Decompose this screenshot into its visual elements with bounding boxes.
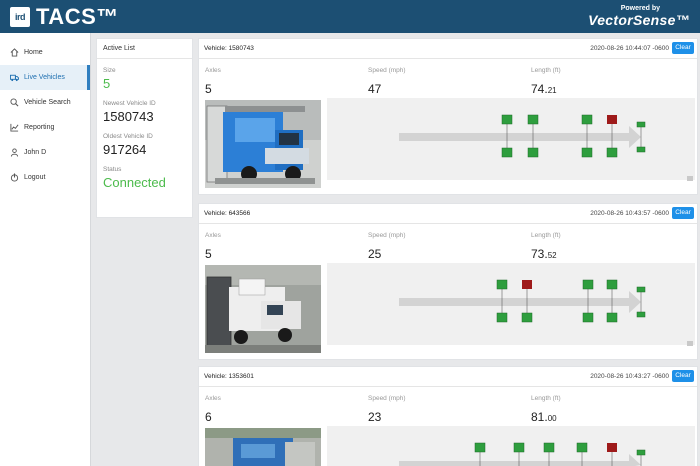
speed-value: 23	[368, 410, 382, 424]
vehicle-card: Vehicle: 643566 2020-08-26 10:43:57 -060…	[198, 203, 698, 360]
scroll-handle[interactable]	[687, 341, 693, 346]
sidebar-item-live-vehicles[interactable]: Live Vehicles	[0, 65, 90, 90]
card-header: Vehicle: 1580743 2020-08-26 10:44:07 -06…	[199, 39, 697, 59]
clear-button[interactable]: Clear	[672, 42, 694, 54]
status-value: Connected	[103, 175, 166, 190]
vehicle-title: Vehicle: 643566	[204, 210, 251, 217]
card-header: Vehicle: 1353601 2020-08-26 10:43:27 -06…	[199, 367, 697, 387]
vehicle-photo[interactable]	[205, 265, 321, 353]
logout-icon	[9, 173, 19, 183]
clear-button[interactable]: Clear	[672, 207, 694, 219]
speed-label: Speed (mph)	[368, 67, 406, 74]
ird-logo: ird	[10, 7, 30, 27]
scroll-handle[interactable]	[687, 176, 693, 181]
chart-icon	[9, 123, 19, 133]
axle-diagram	[327, 98, 695, 180]
app-title: TACS™	[36, 4, 119, 29]
sidebar-item-label: John D	[24, 149, 47, 156]
vehicle-timestamp: 2020-08-26 10:44:07 -0600	[590, 45, 669, 52]
vehicle-photo[interactable]	[205, 428, 321, 466]
sidebar-item-label: Live Vehicles	[24, 74, 65, 81]
vehicle-photo[interactable]	[205, 100, 321, 188]
search-icon	[9, 98, 19, 108]
sidebar-item-user[interactable]: John D	[0, 140, 90, 165]
vehicle-timestamp: 2020-08-26 10:43:27 -0600	[590, 373, 669, 380]
size-label: Size	[103, 67, 116, 74]
sidebar-item-reporting[interactable]: Reporting	[0, 115, 90, 140]
newest-vehicle-value: 1580743	[103, 109, 154, 124]
sidebar-item-vehicle-search[interactable]: Vehicle Search	[0, 90, 90, 115]
length-value: 74.21	[531, 82, 557, 96]
axles-label: Axles	[205, 395, 221, 402]
axles-value: 6	[205, 410, 212, 424]
active-list-title: Active List	[97, 39, 192, 59]
axles-value: 5	[205, 82, 212, 96]
size-value: 5	[103, 76, 111, 91]
speed-value: 25	[368, 247, 382, 261]
clear-button[interactable]: Clear	[672, 370, 694, 382]
truck-icon	[9, 73, 19, 83]
vehicle-card: Vehicle: 1580743 2020-08-26 10:44:07 -06…	[198, 38, 698, 195]
vehicle-title: Vehicle: 1353601	[204, 373, 254, 380]
length-label: Length (ft)	[531, 67, 561, 74]
length-label: Length (ft)	[531, 395, 561, 402]
top-bar: ird TACS™ Powered by VectorSense™	[0, 0, 700, 33]
speed-label: Speed (mph)	[368, 232, 406, 239]
active-list-panel: Active List Size 5 Newest Vehicle ID 158…	[96, 38, 193, 218]
oldest-vehicle-value: 917264	[103, 142, 147, 157]
axles-label: Axles	[205, 232, 221, 239]
vehicle-card: Vehicle: 1353601 2020-08-26 10:43:27 -06…	[198, 366, 698, 466]
powered-by-label: Powered by	[620, 5, 660, 12]
vehicle-title: Vehicle: 1580743	[204, 45, 254, 52]
speed-label: Speed (mph)	[368, 395, 406, 402]
sidebar-item-label: Reporting	[24, 124, 55, 131]
vectorsense-brand: VectorSense™	[588, 12, 690, 28]
card-header: Vehicle: 643566 2020-08-26 10:43:57 -060…	[199, 204, 697, 224]
sidebar-item-label: Vehicle Search	[24, 99, 71, 106]
sidebar-item-label: Home	[24, 49, 43, 56]
axles-label: Axles	[205, 67, 221, 74]
length-value: 81.00	[531, 410, 557, 424]
newest-vehicle-label: Newest Vehicle ID	[103, 100, 156, 107]
sidebar-item-home[interactable]: Home	[0, 40, 90, 65]
oldest-vehicle-label: Oldest Vehicle ID	[103, 133, 153, 140]
sidebar-item-label: Logout	[24, 174, 46, 181]
axle-diagram	[327, 263, 695, 345]
sidebar: Home Live Vehicles Vehicle Search Report…	[0, 33, 91, 466]
axle-diagram	[327, 426, 695, 466]
speed-value: 47	[368, 82, 382, 96]
home-icon	[9, 48, 19, 58]
user-icon	[9, 148, 19, 158]
vehicle-timestamp: 2020-08-26 10:43:57 -0600	[590, 210, 669, 217]
status-label: Status	[103, 166, 122, 173]
length-value: 73.52	[531, 247, 557, 261]
length-label: Length (ft)	[531, 232, 561, 239]
sidebar-item-logout[interactable]: Logout	[0, 165, 90, 190]
axles-value: 5	[205, 247, 212, 261]
